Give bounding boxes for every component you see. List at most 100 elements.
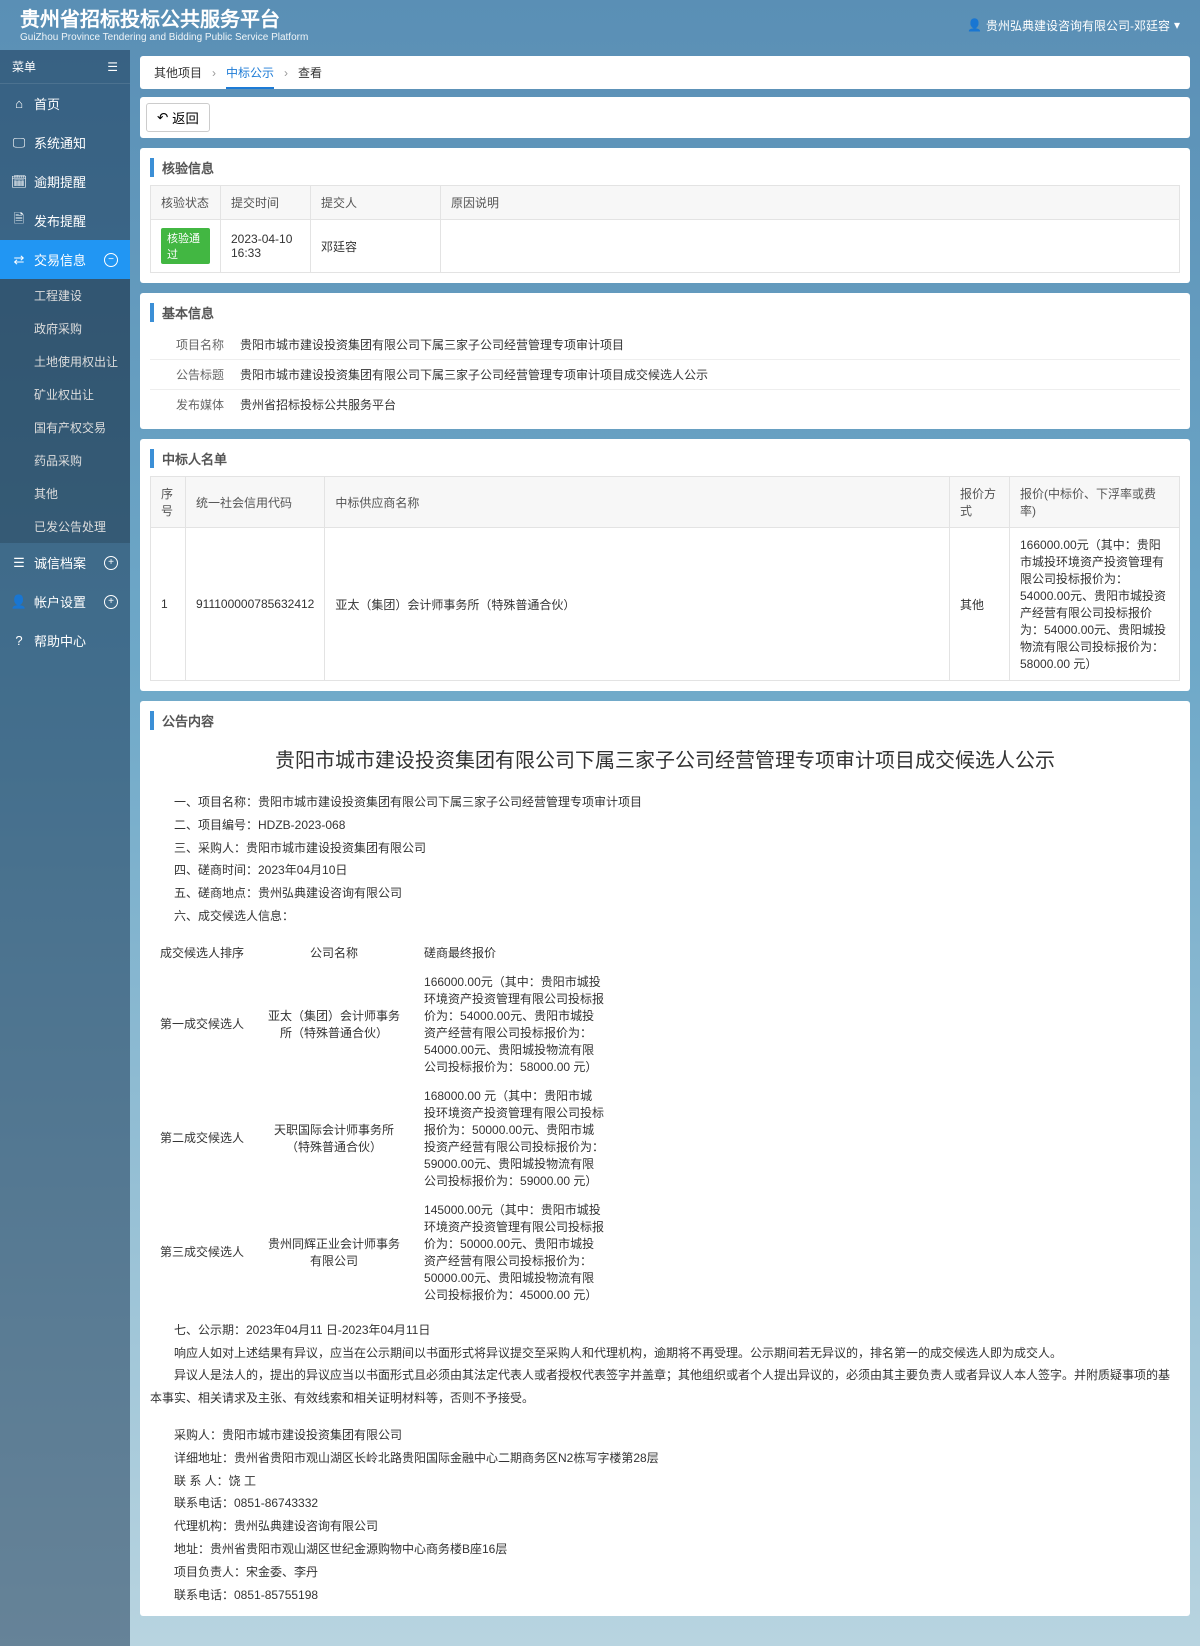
user-name: 贵州弘典建设咨询有限公司-邓廷容 [986,17,1170,34]
sidebar-item-home[interactable]: ⌂首页 [0,84,130,123]
sidebar-item-help[interactable]: ?帮助中心 [0,621,130,660]
back-icon: ↶ [157,110,168,126]
panel-title: 中标人名单 [150,449,1180,468]
cell-seq: 1 [151,528,186,681]
th-company: 公司名称 [254,938,414,967]
submenu-item[interactable]: 国有产权交易 [0,411,130,444]
list-icon: ☰ [12,556,26,570]
table-row: 第三成交候选人 贵州同辉正业会计师事务有限公司 145000.00元（其中：贵阳… [150,1195,614,1309]
content: 其他项目 › 中标公示 › 查看 ↶ 返回 核验信息 核验状态 提交时间 提交人… [130,50,1200,1646]
announce-line: 六、成交候选人信息： [150,905,1180,928]
contact-line: 采购人：贵阳市城市建设投资集团有限公司 [150,1424,1180,1447]
th-price: 报价(中标价、下浮率或费率) [1010,477,1180,528]
th-rank: 成交候选人排序 [150,938,254,967]
header: 贵州省招标投标公共服务平台 GuiZhou Province Tendering… [0,0,1200,50]
sidebar: 菜单 ☰ ⌂首页 🖵系统通知 🗓逾期提醒 🗎发布提醒 ⇄交易信息− 工程建设 政… [0,50,130,1646]
table-row: 第二成交候选人 天职国际会计师事务所（特殊普通合伙） 168000.00 元（其… [150,1081,614,1195]
announce-note: 异议人是法人的，提出的异议应当以书面形式且必须由其法定代表人或者授权代表签字并盖… [150,1364,1180,1410]
home-icon: ⌂ [12,97,26,111]
cell-price: 166000.00元（其中：贵阳市城投环境资产投资管理有限公司投标报价为：540… [414,967,614,1081]
menu-collapse-icon[interactable]: ☰ [107,60,118,74]
table-row: 第一成交候选人 亚太（集团）会计师事务所（特殊普通合伙） 166000.00元（… [150,967,614,1081]
site-subtitle: GuiZhou Province Tendering and Bidding P… [20,32,308,43]
panel-title: 核验信息 [150,158,1180,177]
cell-supplier: 亚太（集团）会计师事务所（特殊普通合伙） [325,528,950,681]
label-ann-title: 公告标题 [150,366,240,383]
contact-line: 详细地址：贵州省贵阳市观山湖区长岭北路贵阳国际金融中心二期商务区N2栋写字楼第2… [150,1447,1180,1470]
breadcrumb-item[interactable]: 中标公示 [226,64,274,89]
contact-line: 代理机构：贵州弘典建设咨询有限公司 [150,1515,1180,1538]
sidebar-item-overdue[interactable]: 🗓逾期提醒 [0,162,130,201]
announce-period: 七、公示期：2023年04月11 日-2023年04月11日 [150,1319,1180,1342]
calendar-icon: 🗓 [12,175,26,189]
th-supplier: 中标供应商名称 [325,477,950,528]
verify-panel: 核验信息 核验状态 提交时间 提交人 原因说明 核验通过 2023-04-10 … [140,148,1190,283]
cell-submitter: 邓廷容 [311,220,441,273]
contact-line: 联 系 人：饶 工 [150,1470,1180,1493]
expand-icon: + [104,595,118,609]
cell-company: 天职国际会计师事务所（特殊普通合伙） [254,1081,414,1195]
contact-line: 地址：贵州省贵阳市观山湖区世纪金源购物中心商务楼B座16层 [150,1538,1180,1561]
th-reason: 原因说明 [441,186,1180,220]
cell-company: 亚太（集团）会计师事务所（特殊普通合伙） [254,967,414,1081]
header-left: 贵州省招标投标公共服务平台 GuiZhou Province Tendering… [20,8,308,43]
table-row: 核验通过 2023-04-10 16:33 邓廷容 [151,220,1180,273]
menu-label: 菜单 [12,58,36,75]
announce-main-title: 贵阳市城市建设投资集团有限公司下属三家子公司经营管理专项审计项目成交候选人公示 [150,744,1180,773]
panel-title: 公告内容 [150,711,1180,730]
submenu-item[interactable]: 已发公告处理 [0,510,130,543]
cell-reason [441,220,1180,273]
th-price: 磋商最终报价 [414,938,614,967]
breadcrumb-item[interactable]: 其他项目 [154,64,202,81]
basic-panel: 基本信息 项目名称贵阳市城市建设投资集团有限公司下属三家子公司经营管理专项审计项… [140,293,1190,429]
value-ann-title: 贵阳市城市建设投资集团有限公司下属三家子公司经营管理专项审计项目成交候选人公示 [240,366,1180,383]
menu-header: 菜单 ☰ [0,50,130,84]
sidebar-item-notice[interactable]: 🖵系统通知 [0,123,130,162]
winners-table: 序号 统一社会信用代码 中标供应商名称 报价方式 报价(中标价、下浮率或费率) … [150,476,1180,681]
back-button[interactable]: ↶ 返回 [146,103,210,132]
announce-note: 响应人如对上述结果有异议，应当在公示期间以书面形式将异议提交至采购人和代理机构，… [150,1342,1180,1365]
submenu-item[interactable]: 土地使用权出让 [0,345,130,378]
th-submitter: 提交人 [311,186,441,220]
site-title: 贵州省招标投标公共服务平台 [20,8,308,32]
panel-title: 基本信息 [150,303,1180,322]
doc-icon: 🗎 [12,214,26,228]
announce-line: 四、磋商时间：2023年04月10日 [150,859,1180,882]
cell-time: 2023-04-10 16:33 [221,220,311,273]
status-badge: 核验通过 [161,228,210,264]
sidebar-item-integrity[interactable]: ☰诚信档案+ [0,543,130,582]
monitor-icon: 🖵 [12,136,26,150]
cell-code: 911100000785632412 [186,528,325,681]
cell-method: 其他 [950,528,1010,681]
announce-line: 五、磋商地点：贵州弘典建设咨询有限公司 [150,882,1180,905]
submenu-item[interactable]: 政府采购 [0,312,130,345]
candidate-table: 成交候选人排序 公司名称 磋商最终报价 第一成交候选人 亚太（集团）会计师事务所… [150,938,614,1309]
submenu-item[interactable]: 工程建设 [0,279,130,312]
th-method: 报价方式 [950,477,1010,528]
exchange-icon: ⇄ [12,253,26,267]
expand-icon: − [104,253,118,267]
contact-line: 联系电话：0851-86743332 [150,1492,1180,1515]
chevron-down-icon: ▾ [1174,18,1180,32]
user-menu[interactable]: 👤 贵州弘典建设咨询有限公司-邓廷容 ▾ [967,17,1180,34]
cell-price: 168000.00 元（其中：贵阳市城投环境资产投资管理有限公司投标报价为：50… [414,1081,614,1195]
submenu-item[interactable]: 其他 [0,477,130,510]
breadcrumb-sep: › [212,66,216,80]
value-media: 贵州省招标投标公共服务平台 [240,396,1180,413]
value-project-name: 贵阳市城市建设投资集团有限公司下属三家子公司经营管理专项审计项目 [240,336,1180,353]
submenu-item[interactable]: 矿业权出让 [0,378,130,411]
sidebar-item-trade[interactable]: ⇄交易信息− [0,240,130,279]
th-time: 提交时间 [221,186,311,220]
contact-line: 项目负责人：宋金委、李丹 [150,1561,1180,1584]
cell-rank: 第三成交候选人 [150,1195,254,1309]
sidebar-item-account[interactable]: 👤帐户设置+ [0,582,130,621]
table-row: 1 911100000785632412 亚太（集团）会计师事务所（特殊普通合伙… [151,528,1180,681]
cell-price: 166000.00元（其中：贵阳市城投环境资产投资管理有限公司投标报价为：540… [1010,528,1180,681]
submenu-trade: 工程建设 政府采购 土地使用权出让 矿业权出让 国有产权交易 药品采购 其他 已… [0,279,130,543]
sidebar-item-publish[interactable]: 🗎发布提醒 [0,201,130,240]
th-seq: 序号 [151,477,186,528]
breadcrumb-sep: › [284,66,288,80]
submenu-item[interactable]: 药品采购 [0,444,130,477]
label-media: 发布媒体 [150,396,240,413]
announce-line: 一、项目名称：贵阳市城市建设投资集团有限公司下属三家子公司经营管理专项审计项目 [150,791,1180,814]
